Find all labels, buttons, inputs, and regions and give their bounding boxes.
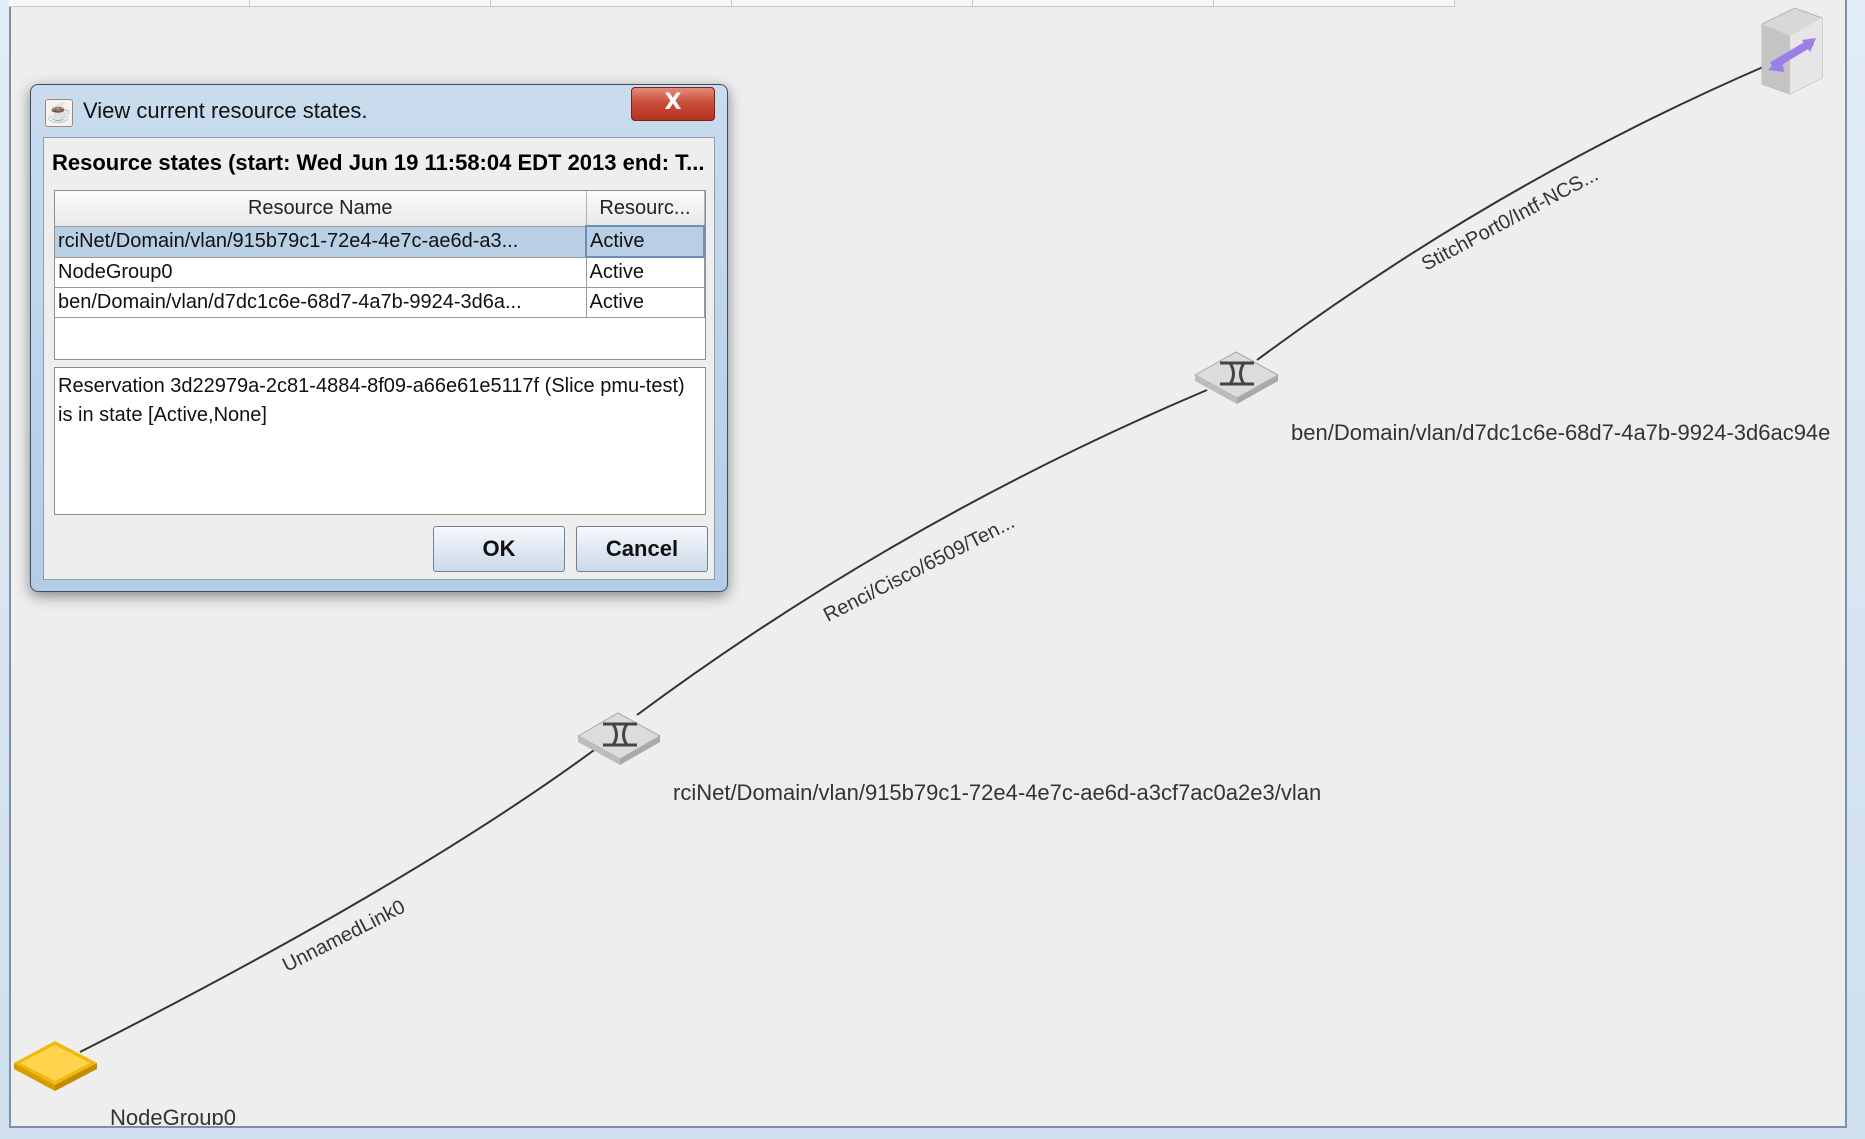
node-label: NodeGroup0 xyxy=(110,1105,236,1125)
reservation-details-text[interactable]: Reservation 3d22979a-2c81-4884-8f09-a66e… xyxy=(54,367,706,515)
stitchport-icon[interactable] xyxy=(1761,7,1823,95)
table-row[interactable]: NodeGroup0 Active xyxy=(55,257,705,288)
column-header-resource-state[interactable]: Resourc... xyxy=(586,191,705,227)
dialog-content: Resource states (start: Wed Jun 19 11:58… xyxy=(43,137,715,580)
column-header-resource-name[interactable]: Resource Name xyxy=(55,191,587,227)
dialog-heading: Resource states (start: Wed Jun 19 11:58… xyxy=(52,150,705,175)
resource-name-cell[interactable]: ben/Domain/vlan/d7dc1c6e-68d7-4a7b-9924-… xyxy=(55,287,587,318)
ok-button[interactable]: OK xyxy=(433,526,565,572)
cancel-button[interactable]: Cancel xyxy=(576,526,708,572)
resource-state-cell[interactable]: Active xyxy=(586,287,705,318)
dialog-titlebar[interactable]: ☕ View current resource states. X xyxy=(31,85,727,135)
resource-state-cell[interactable]: Active xyxy=(585,225,705,258)
node-group-icon[interactable] xyxy=(14,1041,97,1091)
resource-table[interactable]: Resource Name Resourc... rciNet/Domain/v… xyxy=(54,190,706,360)
resource-states-dialog: ☕ View current resource states. X Resour… xyxy=(30,84,728,592)
switch-icon[interactable] xyxy=(576,712,662,765)
resource-name-cell[interactable]: rciNet/Domain/vlan/915b79c1-72e4-4e7c-ae… xyxy=(55,226,587,258)
switch-icon[interactable] xyxy=(1193,351,1280,404)
link-unnamedlink0[interactable] xyxy=(79,741,606,1053)
resource-state-cell[interactable]: Active xyxy=(586,257,705,288)
java-icon: ☕ xyxy=(45,99,73,127)
table-row[interactable]: rciNet/Domain/vlan/915b79c1-72e4-4e7c-ae… xyxy=(55,225,705,258)
node-label: rciNet/Domain/vlan/915b79c1-72e4-4e7c-ae… xyxy=(673,780,1322,805)
close-button[interactable]: X xyxy=(631,87,715,121)
node-label: ben/Domain/vlan/d7dc1c6e-68d7-4a7b-9924-… xyxy=(1291,420,1831,445)
table-row[interactable]: ben/Domain/vlan/d7dc1c6e-68d7-4a7b-9924-… xyxy=(55,287,705,318)
resource-name-cell[interactable]: NodeGroup0 xyxy=(55,257,587,288)
dialog-title: View current resource states. xyxy=(83,98,368,123)
